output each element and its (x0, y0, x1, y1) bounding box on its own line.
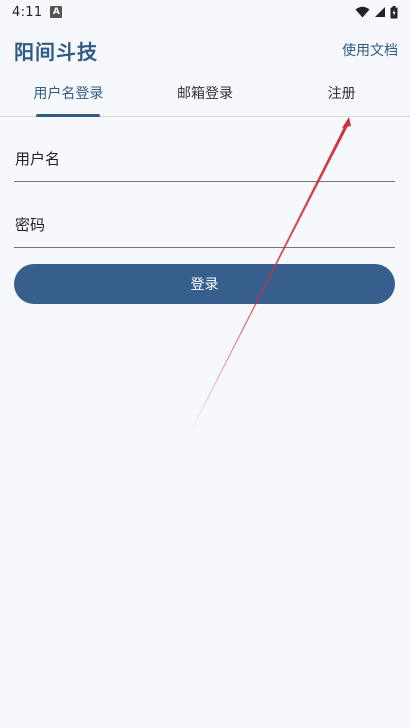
annotation-arrow-head (342, 117, 351, 128)
tab-label: 邮箱登录 (177, 86, 233, 102)
password-input[interactable] (14, 213, 395, 248)
login-tabs: 用户名登录 邮箱登录 注册 (0, 72, 410, 117)
login-button[interactable]: 登录 (14, 264, 395, 304)
tab-email-login[interactable]: 邮箱登录 (137, 72, 274, 116)
tab-username-login[interactable]: 用户名登录 (0, 72, 137, 117)
tab-label: 用户名登录 (33, 86, 104, 102)
tab-active-indicator (36, 114, 101, 117)
username-input[interactable] (14, 147, 395, 182)
battery-icon (390, 5, 398, 18)
tab-label: 注册 (327, 86, 356, 102)
signal-icon (375, 7, 385, 17)
app-header: 阳间斗技 使用文档 (0, 24, 410, 72)
status-bar: 4:11 A (0, 0, 410, 24)
docs-link[interactable]: 使用文档 (342, 40, 398, 60)
a-icon: A (50, 6, 63, 18)
status-time: 4:11 (12, 4, 43, 20)
status-icons (355, 5, 398, 19)
wifi-icon (355, 6, 370, 18)
tab-register[interactable]: 注册 (273, 72, 410, 116)
app-title: 阳间斗技 (14, 40, 98, 64)
